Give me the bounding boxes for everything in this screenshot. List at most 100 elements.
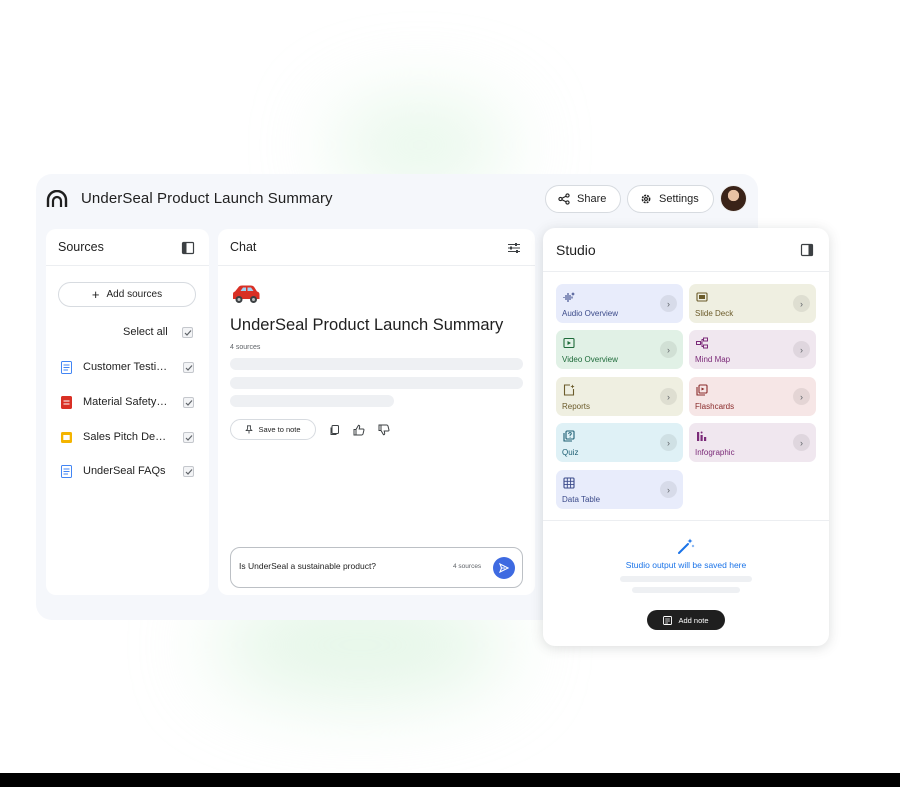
studio-output-divider — [543, 520, 829, 521]
studio-output-note: Studio output will be saved here — [625, 560, 747, 570]
send-icon — [499, 563, 509, 573]
source-label: Material Safety… — [83, 396, 168, 408]
settings-label: Settings — [659, 193, 699, 205]
source-item[interactable]: Material Safety… — [58, 394, 198, 412]
chevron-right-icon[interactable]: › — [793, 388, 810, 405]
studio-divider — [543, 271, 829, 272]
add-sources-button[interactable]: + Add sources — [58, 282, 196, 307]
studio-tile-quiz[interactable]: Quiz › — [556, 423, 683, 462]
flashcards-icon — [696, 384, 708, 396]
studio-tile-mind-map[interactable]: Mind Map › — [689, 330, 816, 369]
audio-wave-icon — [563, 292, 575, 302]
chevron-right-icon[interactable]: › — [660, 388, 677, 405]
chat-sources-count: 4 sources — [230, 344, 261, 351]
tile-label: Data Table — [562, 495, 601, 504]
sources-divider — [46, 265, 209, 266]
slides-icon — [61, 432, 72, 443]
collapse-panel-icon[interactable] — [800, 243, 814, 257]
studio-panel: Studio Audio Overview › Slide Deck › Vid… — [543, 228, 829, 646]
tile-label: Reports — [562, 402, 591, 411]
gear-icon — [641, 194, 651, 204]
chevron-right-icon[interactable]: › — [660, 481, 677, 498]
chevron-right-icon[interactable]: › — [660, 434, 677, 451]
studio-tile-reports[interactable]: Reports › — [556, 377, 683, 416]
reports-icon — [563, 384, 575, 396]
send-button[interactable] — [493, 557, 515, 579]
share-button[interactable]: Share — [545, 185, 621, 213]
notebook-logo-icon — [46, 190, 68, 207]
source-checkbox[interactable] — [183, 362, 194, 373]
tile-label: Quiz — [562, 448, 579, 457]
save-to-note-button[interactable]: Save to note — [230, 419, 316, 440]
pin-icon — [245, 425, 254, 434]
checkmark-icon — [185, 399, 192, 406]
source-label: UnderSeal FAQs — [83, 465, 166, 477]
source-item[interactable]: UnderSeal FAQs — [58, 463, 198, 481]
checkmark-icon — [185, 468, 192, 475]
copy-icon[interactable] — [329, 424, 341, 436]
chevron-right-icon[interactable]: › — [793, 295, 810, 312]
studio-tile-audio-overview[interactable]: Audio Overview › — [556, 284, 683, 323]
source-item[interactable]: Sales Pitch De… — [58, 429, 198, 447]
infographic-icon — [697, 431, 707, 441]
chat-heading: UnderSeal Product Launch Summary — [230, 316, 504, 334]
chevron-right-icon[interactable]: › — [660, 295, 677, 312]
source-label: Customer Testi… — [83, 361, 168, 373]
tile-label: Audio Overview — [562, 309, 619, 318]
app-header: UnderSeal Product Launch Summary Share S… — [36, 174, 758, 226]
loading-line — [620, 576, 752, 582]
chat-input[interactable] — [239, 561, 439, 571]
settings-button[interactable]: Settings — [627, 185, 714, 213]
studio-tile-slide-deck[interactable]: Slide Deck › — [689, 284, 816, 323]
checkmark-icon — [185, 364, 192, 371]
note-icon — [663, 615, 673, 625]
save-to-note-label: Save to note — [258, 425, 301, 434]
tune-icon[interactable] — [507, 241, 521, 255]
sources-title: Sources — [58, 240, 104, 254]
thumbs-up-icon[interactable] — [353, 424, 365, 436]
tile-label: Mind Map — [695, 355, 731, 364]
select-all-checkbox[interactable] — [182, 327, 193, 338]
tile-label: Video Overview — [562, 355, 618, 364]
car-emoji-icon — [233, 285, 260, 303]
studio-tile-data-table[interactable]: Data Table › — [556, 470, 683, 509]
bottom-black-bar — [0, 773, 900, 787]
sources-panel: Sources + Add sources Select all Custome… — [46, 229, 209, 595]
tile-label: Slide Deck — [695, 309, 734, 318]
mind-map-icon — [696, 337, 708, 349]
source-checkbox[interactable] — [183, 432, 194, 443]
slides-icon — [696, 292, 708, 302]
doc-icon — [61, 361, 72, 374]
thumbs-down-icon[interactable] — [378, 424, 390, 436]
plus-icon: + — [91, 287, 100, 302]
select-all-label: Select all — [123, 326, 168, 338]
add-note-button[interactable]: Add note — [647, 610, 725, 630]
studio-tile-infographic[interactable]: Infographic › — [689, 423, 816, 462]
source-item[interactable]: Customer Testi… — [58, 359, 198, 377]
chat-title: Chat — [230, 240, 257, 254]
collapse-panel-icon[interactable] — [181, 241, 195, 255]
pdf-icon — [61, 396, 72, 409]
checkmark-icon — [184, 329, 191, 336]
loading-line — [230, 358, 523, 370]
input-sources-count: 4 sources — [453, 563, 482, 570]
chevron-right-icon[interactable]: › — [793, 434, 810, 451]
loading-line — [230, 395, 394, 407]
video-icon — [563, 337, 575, 349]
source-label: Sales Pitch De… — [83, 431, 167, 443]
studio-tile-video-overview[interactable]: Video Overview › — [556, 330, 683, 369]
doc-icon — [61, 465, 72, 478]
source-checkbox[interactable] — [183, 397, 194, 408]
chat-panel: Chat UnderSeal Product Launch Summary 4 … — [218, 229, 535, 595]
studio-tile-flashcards[interactable]: Flashcards › — [689, 377, 816, 416]
magic-wand-icon — [678, 538, 695, 554]
user-avatar[interactable] — [720, 185, 747, 212]
loading-line — [632, 587, 740, 593]
chevron-right-icon[interactable]: › — [793, 341, 810, 358]
add-sources-label: Add sources — [106, 289, 163, 300]
loading-line — [230, 377, 523, 389]
source-checkbox[interactable] — [183, 466, 194, 477]
chevron-right-icon[interactable]: › — [660, 341, 677, 358]
chat-input-box: 4 sources — [230, 547, 523, 588]
share-icon — [558, 193, 570, 205]
